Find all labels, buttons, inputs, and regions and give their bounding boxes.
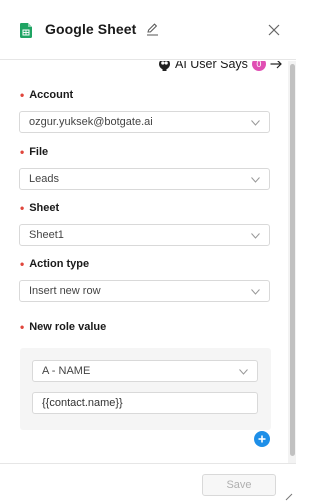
file-select-value: Leads <box>29 173 59 185</box>
new-role-value-label-text: New role value <box>29 321 107 333</box>
value-input-text: {{contact.name}} <box>42 397 123 409</box>
action-type-label: • Action type <box>20 258 89 270</box>
add-row-button[interactable] <box>254 431 270 447</box>
ai-user-says-label: AI User Says <box>175 61 248 71</box>
resize-handle-icon[interactable] <box>285 493 293 501</box>
panel-title: Google Sheet <box>45 21 137 37</box>
sheet-label-text: Sheet <box>29 202 60 214</box>
panel-header: Google Sheet <box>0 0 296 60</box>
file-label: • File <box>20 146 48 158</box>
account-select-value: ozgur.yuksek@botgate.ai <box>29 116 153 128</box>
plus-icon <box>258 435 266 443</box>
action-type-select-value: Insert new row <box>29 285 101 297</box>
sheet-label: • Sheet <box>20 202 59 214</box>
column-select-value: A - NAME <box>42 365 91 377</box>
chevron-down-icon <box>251 289 260 295</box>
action-type-label-text: Action type <box>29 258 90 270</box>
role-value-mapping-group: A - NAME {{contact.name}} <box>20 348 271 430</box>
sheet-select[interactable]: Sheet1 <box>19 224 270 246</box>
google-sheet-panel: Google Sheet AI User Says 0 • Account oz… <box>0 0 296 504</box>
google-sheets-icon <box>20 23 32 38</box>
required-marker: • <box>20 145 25 159</box>
panel-footer: Save <box>0 463 296 504</box>
column-select[interactable]: A - NAME <box>32 360 258 382</box>
chevron-down-icon <box>251 233 260 239</box>
sheet-select-value: Sheet1 <box>29 229 64 241</box>
scrollbar-thumb[interactable] <box>290 64 295 456</box>
arrow-right-icon <box>270 61 282 69</box>
new-role-value-label: • New role value <box>20 321 106 333</box>
required-marker: • <box>20 201 25 215</box>
chevron-down-icon <box>239 369 248 375</box>
edit-icon[interactable] <box>145 22 159 36</box>
account-label: • Account <box>20 89 73 101</box>
action-type-select[interactable]: Insert new row <box>19 280 270 302</box>
chevron-down-icon <box>251 120 260 126</box>
required-marker: • <box>20 88 25 102</box>
account-label-text: Account <box>29 89 74 101</box>
account-select[interactable]: ozgur.yuksek@botgate.ai <box>19 111 270 133</box>
file-select[interactable]: Leads <box>19 168 270 190</box>
panel-body: AI User Says 0 • Account ozgur.yuksek@bo… <box>0 61 288 463</box>
file-label-text: File <box>29 146 49 158</box>
ai-user-says-link[interactable]: AI User Says 0 <box>158 61 282 73</box>
value-input[interactable]: {{contact.name}} <box>32 392 258 414</box>
required-marker: • <box>20 320 25 334</box>
save-button[interactable]: Save <box>202 474 276 496</box>
brain-icon <box>159 61 170 71</box>
close-icon[interactable] <box>268 24 280 36</box>
ai-user-says-count-badge: 0 <box>251 61 266 71</box>
required-marker: • <box>20 257 25 271</box>
chevron-down-icon <box>251 177 260 183</box>
